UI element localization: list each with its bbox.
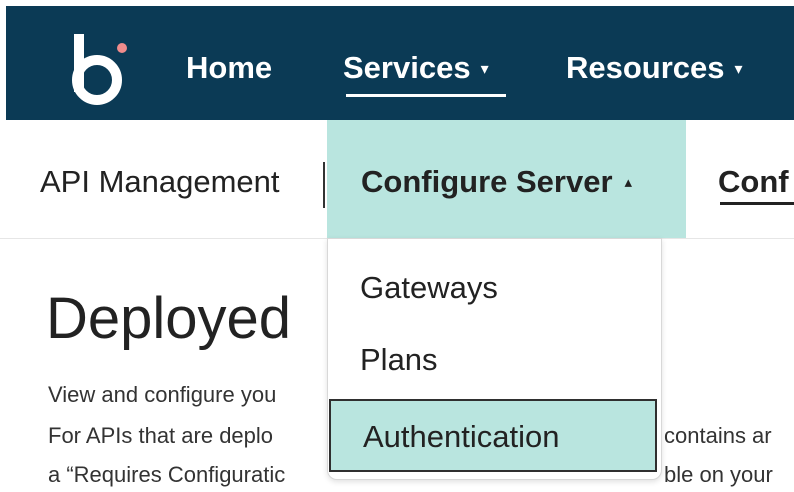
nav-services-menu[interactable]: Services ▾	[343, 50, 489, 92]
b-logo-icon[interactable]	[70, 30, 140, 110]
configure-server-label: Configure Server	[361, 164, 613, 199]
menu-item-gateways[interactable]: Gateways	[328, 253, 659, 323]
nav-home-label: Home	[186, 50, 273, 85]
subnav-api-management[interactable]: API Management	[40, 164, 280, 200]
subnav-next-item[interactable]: Conf	[718, 164, 789, 200]
nav-resources-label: Resources	[566, 50, 725, 85]
configure-server-label-wrap: Configure Server ▴	[361, 164, 632, 206]
description-line-2-right: contains ar	[664, 423, 772, 448]
configure-server-dropdown: Gateways Plans Authentication	[327, 238, 662, 480]
chevron-down-icon: ▾	[480, 61, 489, 78]
description-line-1: View and configure you	[48, 382, 277, 407]
menu-item-plans[interactable]: Plans	[328, 325, 659, 395]
menu-item-authentication[interactable]: Authentication	[329, 399, 657, 472]
description-line-2-left: For APIs that are deplo	[48, 423, 274, 448]
description-line-3-left: a “Requires Configuratic	[48, 462, 286, 487]
chevron-up-icon: ▴	[624, 174, 633, 191]
nav-services-label: Services	[343, 50, 471, 85]
nav-resources-menu[interactable]: Resources ▾	[566, 50, 743, 92]
chevron-down-icon: ▾	[734, 61, 743, 78]
secondary-navbar: API Management Configure Server ▴ Conf	[0, 120, 794, 239]
subnav-configure-server[interactable]: Configure Server ▴	[327, 120, 686, 238]
subnav-next-underline	[720, 202, 794, 205]
nav-home-link[interactable]: Home	[186, 50, 272, 86]
top-navbar: Home Services ▾ Resources ▾	[6, 6, 794, 120]
subnav-divider	[323, 162, 325, 208]
active-underline	[346, 94, 506, 97]
page-title: Deployed	[46, 286, 292, 351]
description-line-3-right: ble on your	[664, 462, 773, 487]
